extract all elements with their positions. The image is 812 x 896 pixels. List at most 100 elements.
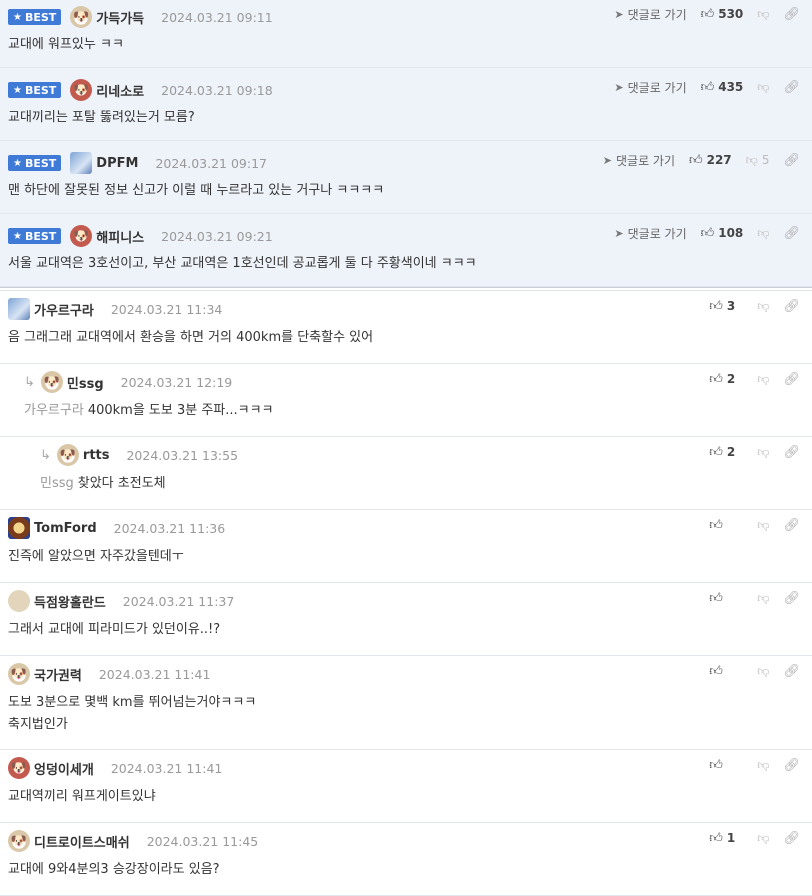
comment-date: 2024.03.21 09:11 (161, 9, 273, 25)
dislike-button[interactable]: 👎︎ (757, 299, 769, 314)
like-button[interactable]: 👍︎ 1 (709, 831, 743, 846)
best-label: BEST (24, 83, 57, 97)
comment-date: 2024.03.21 11:37 (122, 593, 235, 609)
avatar[interactable]: 🐶 (8, 663, 30, 685)
nickname[interactable]: 디트로이트스매쉬 (34, 832, 130, 851)
goto-comment-link[interactable]: ➤ 댓글로 가기 (614, 225, 686, 242)
thumbs-up-icon: 👍︎ (700, 225, 715, 241)
best-badge: ★ BEST (8, 82, 62, 98)
avatar[interactable]: 🐶 (56, 444, 79, 466)
like-count: 1 (726, 831, 736, 845)
like-button[interactable]: 👍︎ 227 (689, 153, 732, 168)
goto-comment-link[interactable]: ➤ 댓글로 가기 (603, 152, 675, 169)
dislike-button[interactable]: 👎︎ 5 (746, 153, 770, 168)
like-button[interactable]: 👍︎ 108 (701, 226, 744, 241)
dislike-button[interactable]: 👎︎ (757, 591, 769, 606)
dislike-button[interactable]: 👎︎ (757, 226, 769, 241)
link-icon[interactable]: 🔗︎ (783, 445, 800, 460)
link-icon[interactable]: 🔗︎ (783, 831, 800, 846)
link-icon[interactable]: 🔗︎ (783, 7, 800, 22)
like-button[interactable]: 👍︎ (709, 758, 743, 773)
avatar[interactable] (8, 298, 30, 320)
like-button[interactable]: 👍︎ 2 (709, 372, 743, 387)
dislike-button[interactable]: 👎︎ (757, 372, 769, 387)
nickname[interactable]: rtts (83, 448, 110, 463)
link-icon[interactable]: 🔗︎ (783, 372, 800, 387)
nickname[interactable]: 국가권력 (34, 665, 82, 684)
dislike-button[interactable]: 👎︎ (757, 518, 769, 533)
link-icon[interactable]: 🔗︎ (783, 518, 800, 533)
navigate-arrow-icon: ➤ (614, 7, 624, 21)
avatar[interactable]: 🐶 (40, 371, 63, 393)
comment-date: 2024.03.21 11:36 (113, 520, 226, 536)
dislike-button[interactable]: 👎︎ (757, 445, 769, 460)
like-button[interactable]: 👍︎ 2 (709, 445, 743, 460)
nickname[interactable]: DPFM (96, 156, 138, 171)
nickname[interactable]: 가득가득 (96, 8, 144, 27)
nickname[interactable]: 민ssg (67, 373, 104, 392)
nickname[interactable]: 가우르구라 (34, 300, 94, 319)
link-icon[interactable]: 🔗︎ (783, 664, 800, 679)
avatar[interactable]: 🐶 (8, 830, 30, 852)
like-button[interactable]: 👍︎ 530 (701, 7, 744, 22)
comment-date: 2024.03.21 11:45 (146, 833, 259, 849)
mention[interactable]: 민ssg (40, 476, 74, 491)
like-button[interactable]: 👍︎ 3 (709, 299, 743, 314)
avatar[interactable]: 🐶 (70, 79, 93, 101)
avatar[interactable] (8, 517, 30, 539)
dislike-button[interactable]: 👎︎ (757, 664, 769, 679)
comment-date: 2024.03.21 13:55 (126, 447, 239, 463)
dislike-button[interactable]: 👎︎ (757, 831, 769, 846)
like-button[interactable]: 👍︎ (709, 664, 743, 679)
like-button[interactable]: 👍︎ (709, 518, 743, 533)
best-label: BEST (24, 156, 57, 170)
comment-date: 2024.03.21 09:21 (161, 228, 273, 244)
nickname[interactable]: 리네소로 (96, 81, 144, 100)
avatar[interactable]: 🐶 (8, 757, 30, 779)
link-icon[interactable]: 🔗︎ (783, 226, 800, 241)
dislike-button[interactable]: 👎︎ (757, 80, 769, 95)
best-comment: ★ BEST DPFM 2024.03.21 09:17 맨 하단에 잘못된 정보… (0, 141, 812, 214)
goto-comment-link[interactable]: ➤ 댓글로 가기 (614, 6, 686, 23)
avatar[interactable]: 🐶 (70, 225, 93, 247)
reply-comment: ↳ 🐶 민ssg 2024.03.21 12:19 가우르구라 400km을 도보… (0, 364, 812, 437)
link-icon[interactable]: 🔗︎ (783, 80, 800, 95)
like-count: 2 (726, 445, 736, 459)
avatar[interactable] (8, 590, 30, 612)
avatar[interactable] (70, 152, 93, 174)
like-button[interactable]: 👍︎ (709, 591, 743, 606)
reply-arrow-icon: ↳ (40, 447, 51, 463)
avatar[interactable]: 🐶 (70, 6, 93, 28)
mention[interactable]: 가우르구라 (24, 403, 84, 418)
comment-line-2: 축지법인가 (8, 717, 68, 732)
like-count: 2 (726, 372, 736, 386)
reply-body: 찾았다 초전도체 (77, 476, 166, 491)
thumbs-down-icon: 👎︎ (757, 663, 770, 678)
like-button[interactable]: 👍︎ 435 (701, 80, 744, 95)
best-badge: ★ BEST (8, 9, 62, 25)
nickname[interactable]: 해피니스 (96, 227, 144, 246)
thumbs-up-icon: 👍︎ (700, 6, 715, 22)
goto-label: 댓글로 가기 (615, 153, 675, 168)
goto-comment-link[interactable]: ➤ 댓글로 가기 (614, 79, 686, 96)
goto-label: 댓글로 가기 (627, 226, 687, 241)
thumbs-down-icon: 👎︎ (757, 371, 770, 386)
comment-text: 도보 3분으로 몇백 km를 뛰어넘는거야ㅋㅋㅋ 축지법인가 (8, 692, 256, 736)
comment-date: 2024.03.21 09:17 (155, 155, 268, 171)
comment: 🐶 국가권력 2024.03.21 11:41 도보 3분으로 몇백 km를 뛰… (0, 656, 812, 750)
comment-text: 민ssg 찾았다 초전도체 (40, 473, 166, 495)
dislike-button[interactable]: 👎︎ (757, 7, 769, 22)
link-icon[interactable]: 🔗︎ (783, 153, 800, 168)
goto-label: 댓글로 가기 (627, 80, 687, 95)
nickname[interactable]: 엉덩이세개 (34, 759, 94, 778)
nickname[interactable]: TomFord (34, 521, 97, 536)
link-icon[interactable]: 🔗︎ (783, 591, 800, 606)
best-comment: ★ BEST 🐶 리네소로 2024.03.21 09:18 교대끼리는 포탈 뚫… (0, 68, 812, 141)
link-icon[interactable]: 🔗︎ (783, 299, 800, 314)
comment-text: 교대끼리는 포탈 뚫려있는거 모름? (8, 110, 195, 125)
comment: TomFord 2024.03.21 11:36 진즉에 알았으면 자주갔을텐데… (0, 510, 812, 583)
link-icon[interactable]: 🔗︎ (783, 758, 800, 773)
comment-date: 2024.03.21 11:41 (98, 666, 211, 682)
nickname[interactable]: 득점왕홀란드 (34, 592, 106, 611)
dislike-button[interactable]: 👎︎ (757, 758, 769, 773)
